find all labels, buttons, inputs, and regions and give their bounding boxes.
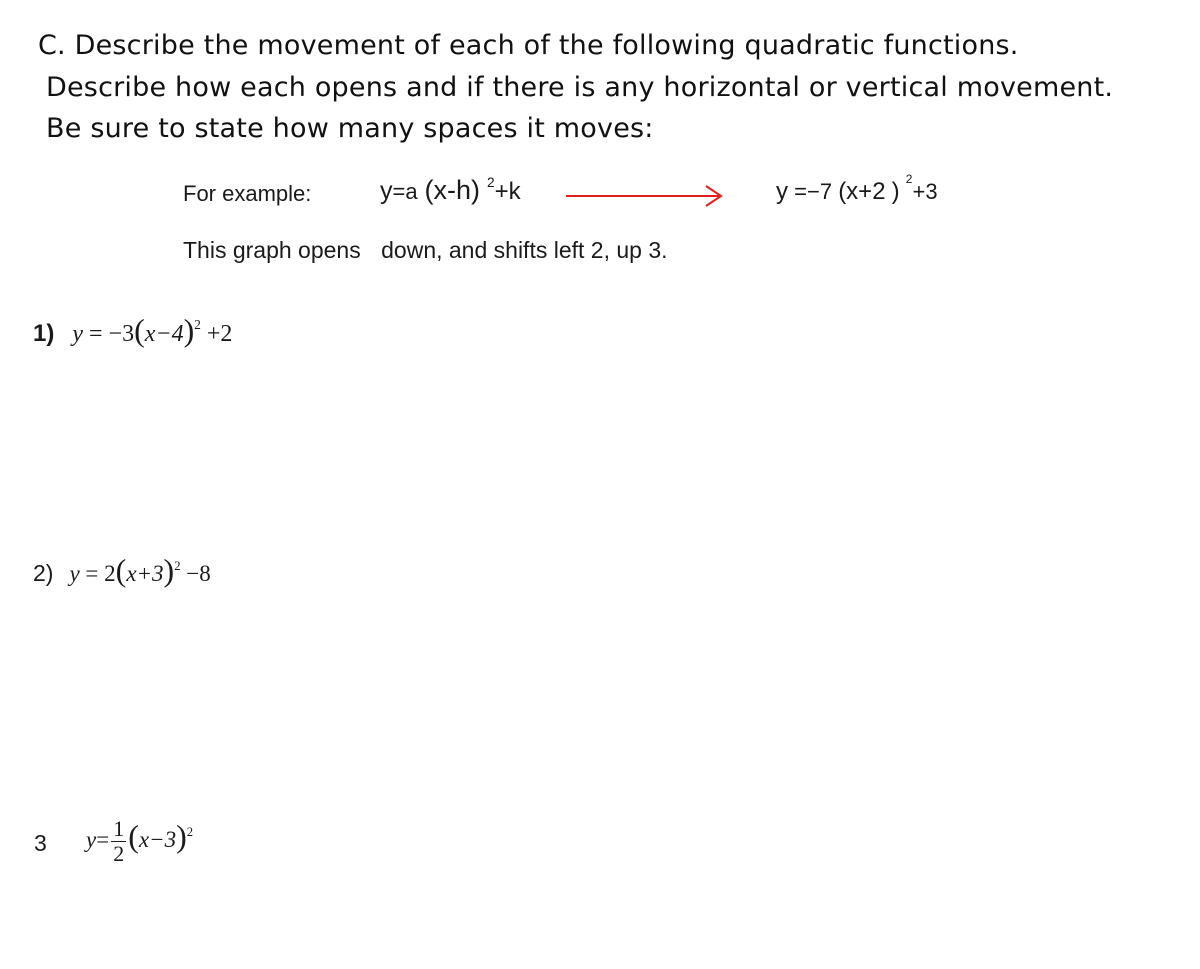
eq-close-paren: ) xyxy=(163,552,175,588)
eq-constant: −8 xyxy=(186,561,211,586)
problem-number: 3 xyxy=(34,830,47,856)
general-form-equation: y=a (x-h) 2+k xyxy=(380,175,521,206)
explanation-answer: down, and shifts left 2, up 3. xyxy=(381,237,668,263)
problem-equation: y= 1 2 (x−3)2 xyxy=(86,818,193,865)
eq-coefficient: −3 xyxy=(108,321,135,347)
eq-inner: x+3 xyxy=(126,561,164,586)
general-form-tail: +k xyxy=(494,178,521,205)
eq-close-paren: ) xyxy=(183,312,195,348)
problem-2: 2) y = 2(x+3)2 −8 xyxy=(33,552,211,589)
arrow-icon xyxy=(566,185,723,207)
eq-exponent: 2 xyxy=(194,317,201,333)
fraction-numerator: 1 xyxy=(111,816,127,843)
eq-open-paren: ( xyxy=(115,552,127,588)
eq-open-paren: ( xyxy=(128,818,139,854)
problem-number: 2) xyxy=(33,560,54,586)
eq-lhs: y xyxy=(72,321,83,347)
eq-coefficient: 2 xyxy=(104,561,116,586)
example-label: For example: xyxy=(183,181,312,206)
eq-equals: = xyxy=(89,321,103,347)
problem-1: 1) y = −3(x−4)2 +2 xyxy=(33,312,232,349)
eq-exponent: 2 xyxy=(186,824,194,839)
specific-form-eq: =−7 xyxy=(794,179,833,204)
problem-number: 1) xyxy=(33,320,55,347)
eq-lhs: y xyxy=(69,561,80,586)
general-form-exponent: 2 xyxy=(487,174,495,190)
general-form-lhs: y xyxy=(380,177,393,205)
specific-form-tail: +3 xyxy=(912,179,938,204)
specific-form-exponent: 2 xyxy=(905,172,913,187)
specific-form-equation: y =−7 (x+2 ) 2+3 xyxy=(776,172,938,206)
eq-inner: x−4 xyxy=(144,321,184,347)
explanation-prefix: This graph opens xyxy=(183,237,361,263)
specific-form-lhs: y xyxy=(776,178,788,205)
eq-fraction: 12 xyxy=(111,816,127,867)
eq-close-paren: ) xyxy=(176,818,187,854)
example-explanation: This graph opens down, and shifts left 2… xyxy=(183,237,668,264)
instruction-line-2: Describe how each opens and if there is … xyxy=(46,72,1114,103)
general-form-paren: (x-h) xyxy=(424,175,481,205)
eq-equals: = xyxy=(85,561,99,586)
specific-form-paren-close: ) xyxy=(891,178,900,205)
general-form-eq: =a xyxy=(392,179,418,204)
eq-lhs: y xyxy=(86,827,97,852)
eq-exponent: 2 xyxy=(174,558,181,573)
eq-equals: = xyxy=(96,827,110,852)
eq-inner: x−3 xyxy=(138,827,177,852)
eq-open-paren: ( xyxy=(134,312,145,348)
instruction-line-3: Be sure to state how many spaces it move… xyxy=(46,113,654,144)
specific-form-paren-open: (x+2 xyxy=(838,178,886,205)
problem-equation: y = −3(x−4)2 +2 xyxy=(72,312,233,348)
eq-constant: +2 xyxy=(206,321,233,347)
problem-equation: y = 2(x+3)2 −8 xyxy=(69,552,211,588)
fraction-denominator: 2 xyxy=(113,841,125,867)
instruction-line-1: C. Describe the movement of each of the … xyxy=(38,30,1019,61)
